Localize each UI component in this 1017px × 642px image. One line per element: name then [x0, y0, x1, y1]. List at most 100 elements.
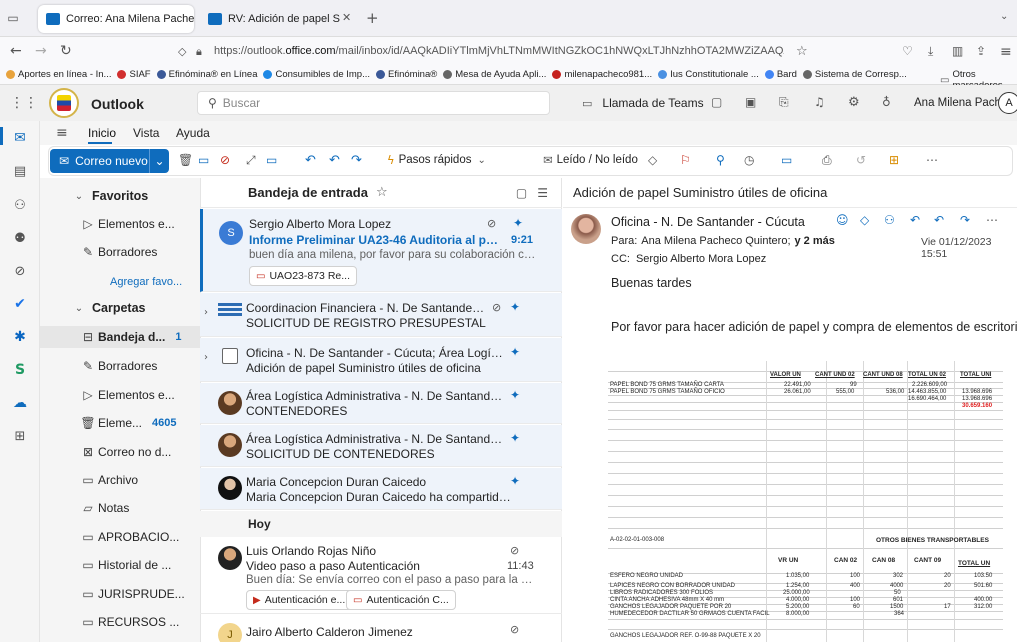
- tab-ayuda[interactable]: Ayuda: [176, 126, 210, 140]
- bookmark-item[interactable]: Efinómina® en Línea: [156, 69, 257, 80]
- forward-icon[interactable]: ↷: [960, 213, 970, 227]
- tag-icon[interactable]: ◇: [860, 213, 869, 227]
- groups-icon[interactable]: ⚉: [8, 226, 32, 250]
- tab-list-icon[interactable]: ▭: [6, 11, 20, 25]
- list-item[interactable]: › Coordinacion Financiera - N. De Santan…: [200, 293, 562, 337]
- bookmark-item[interactable]: Mesa de Ayuda Apli...: [443, 69, 546, 80]
- teams-share-icon[interactable]: ⚇: [884, 213, 895, 227]
- archive-icon[interactable]: ▭: [198, 153, 209, 167]
- browser-tab-outlook[interactable]: Correo: Ana Milena Pacheco Qui…: [38, 5, 194, 33]
- apps-icon[interactable]: ⊞: [889, 153, 899, 167]
- to-more-link[interactable]: y 2 más: [795, 235, 835, 247]
- collapse-pane-icon[interactable]: ≡: [56, 125, 68, 141]
- bookmark-item[interactable]: Bard: [764, 69, 797, 80]
- pin-icon[interactable]: ✦: [510, 388, 520, 402]
- to-value[interactable]: Ana Milena Pacheco Quintero;: [641, 235, 790, 247]
- sway-icon[interactable]: S: [8, 358, 32, 382]
- folder-aprobacio[interactable]: ▭ APROBACIO...: [40, 526, 200, 548]
- attachment-chip[interactable]: ▭ UAO23-873 Re...: [249, 266, 357, 286]
- folder-drafts-favorite[interactable]: ✎ Borradores: [40, 241, 200, 263]
- reply-all-icon[interactable]: ↶: [329, 153, 340, 168]
- bookmark-item[interactable]: Consumibles de Imp...: [263, 69, 370, 80]
- quick-steps-button[interactable]: ϟ Pasos rápidos ⌄: [387, 153, 486, 167]
- undo-icon[interactable]: ↺: [856, 153, 866, 167]
- bookmark-item[interactable]: Ius Constitutionale ...: [658, 69, 759, 80]
- bookmark-item[interactable]: SIAF: [117, 69, 151, 80]
- bookmark-item[interactable]: Efinómina®: [376, 69, 437, 80]
- share-icon[interactable]: ⇪: [976, 44, 986, 58]
- search-input[interactable]: ⚲ Buscar: [197, 91, 550, 115]
- list-item[interactable]: › Oficina - N. De Santander - Cúcuta; Ár…: [200, 338, 562, 382]
- sweep-icon[interactable]: ⤢: [246, 153, 256, 168]
- report-icon[interactable]: ⊘: [220, 153, 230, 167]
- chevron-down-icon[interactable]: ⌄: [1000, 11, 1008, 22]
- favorites-header[interactable]: ⌄ Favoritos: [40, 185, 200, 207]
- app-title[interactable]: Outlook: [91, 96, 144, 112]
- sidebar-icon[interactable]: ▥: [952, 44, 963, 58]
- folder-jurisprude[interactable]: ▭ JURISPRUDE...: [40, 583, 200, 605]
- folder-sent-favorite[interactable]: ▷ Elementos e...: [40, 213, 200, 235]
- lock-icon[interactable]: 🔒︎: [196, 45, 202, 59]
- bell-icon[interactable]: ♫: [814, 95, 825, 109]
- todo-icon[interactable]: ✔: [8, 292, 32, 316]
- chevron-down-icon[interactable]: ⌄: [149, 149, 169, 173]
- move-icon[interactable]: ▭: [266, 153, 277, 167]
- select-checkbox[interactable]: [222, 348, 238, 364]
- app-launcher-icon[interactable]: ⋮⋮: [10, 95, 38, 111]
- rules-icon[interactable]: ▭: [781, 153, 792, 167]
- add-favorite-link[interactable]: Agregar favo...: [40, 271, 200, 293]
- folder-recursos[interactable]: ▭ RECURSOS ...: [40, 611, 200, 633]
- shield-icon[interactable]: ◇: [178, 45, 186, 58]
- pin-icon[interactable]: ✦: [510, 474, 520, 488]
- onenote-icon[interactable]: ▣: [745, 95, 756, 109]
- more-apps-icon[interactable]: ⊞: [8, 424, 32, 448]
- tab-vista[interactable]: Vista: [133, 126, 159, 140]
- sender-name[interactable]: Oficina - N. De Santander - Cúcuta: [611, 215, 805, 229]
- list-item[interactable]: Maria Concepcion Duran Caicedo ✦ Maria C…: [200, 468, 562, 510]
- cc-value[interactable]: Sergio Alberto Mora Lopez: [636, 253, 766, 265]
- print-icon[interactable]: ⎙: [822, 153, 832, 168]
- pin-icon[interactable]: ✦: [510, 300, 520, 314]
- new-tab-icon[interactable]: +: [366, 9, 379, 27]
- teams-call-button[interactable]: ▭ Llamada de Teams: [582, 96, 704, 110]
- onedrive-icon[interactable]: ☁: [8, 391, 32, 415]
- tab-inicio[interactable]: Inicio: [88, 126, 116, 140]
- list-item[interactable]: J Jairo Alberto Calderon Jimenez ⊘: [200, 615, 562, 642]
- chevron-right-icon[interactable]: ›: [204, 307, 208, 318]
- pin-icon[interactable]: ✦: [510, 345, 520, 359]
- snooze-icon[interactable]: ◷: [744, 153, 754, 167]
- more-icon[interactable]: ⋯: [986, 213, 998, 227]
- reload-icon[interactable]: ↻: [60, 43, 72, 59]
- attachment-chip[interactable]: ▶ Autenticación e...: [246, 590, 353, 610]
- back-icon[interactable]: ←: [10, 43, 22, 59]
- attachment-icon[interactable]: ⊘: [8, 259, 32, 283]
- star-icon[interactable]: ☆: [376, 185, 388, 200]
- emoji-icon[interactable]: ☺: [836, 213, 849, 227]
- menu-icon[interactable]: ≡: [1000, 44, 1012, 60]
- people-icon[interactable]: ⚇: [8, 193, 32, 217]
- download-icon[interactable]: ⤓: [928, 44, 933, 59]
- folder-inbox[interactable]: ⊟ Bandeja d... 1: [40, 326, 200, 348]
- attachment-chip[interactable]: ▭ Autenticación C...: [346, 590, 456, 610]
- list-item[interactable]: S Sergio Alberto Mora Lopez ⊘ ✦ Informe …: [200, 209, 562, 292]
- bookmark-item[interactable]: Aportes en línea - In...: [6, 69, 111, 80]
- clipboard-icon[interactable]: ⎘: [779, 95, 789, 110]
- filter-icon[interactable]: ☰: [537, 186, 548, 200]
- folder-archive[interactable]: ▭ Archivo: [40, 469, 200, 491]
- folder-deleted[interactable]: 🗑︎ Eleme... 4605: [40, 412, 200, 434]
- avatar[interactable]: A: [998, 92, 1017, 114]
- folder-notes[interactable]: ▱ Notas: [40, 497, 200, 519]
- new-mail-button[interactable]: ✉ Correo nuevo ⌄: [50, 149, 169, 173]
- forward-icon[interactable]: →: [35, 43, 47, 59]
- flag-icon[interactable]: ⚐: [680, 153, 691, 167]
- read-unread-button[interactable]: ✉ Leído / No leído: [543, 153, 638, 167]
- select-icon[interactable]: ▢: [516, 186, 527, 200]
- folders-header[interactable]: ⌄ Carpetas: [40, 297, 200, 319]
- chat-icon[interactable]: ▢: [711, 95, 722, 109]
- gear-icon[interactable]: ⚙: [848, 95, 860, 110]
- calendar-icon[interactable]: ▤: [8, 159, 32, 183]
- browser-tab-rv[interactable]: RV: Adición de papel Suministro…: [200, 5, 340, 33]
- bookmark-item[interactable]: Sistema de Corresp...: [802, 69, 907, 80]
- list-item[interactable]: Área Logística Administrativa - N. De Sa…: [200, 425, 562, 467]
- list-item[interactable]: Área Logística Administrativa - N. De Sa…: [200, 383, 562, 424]
